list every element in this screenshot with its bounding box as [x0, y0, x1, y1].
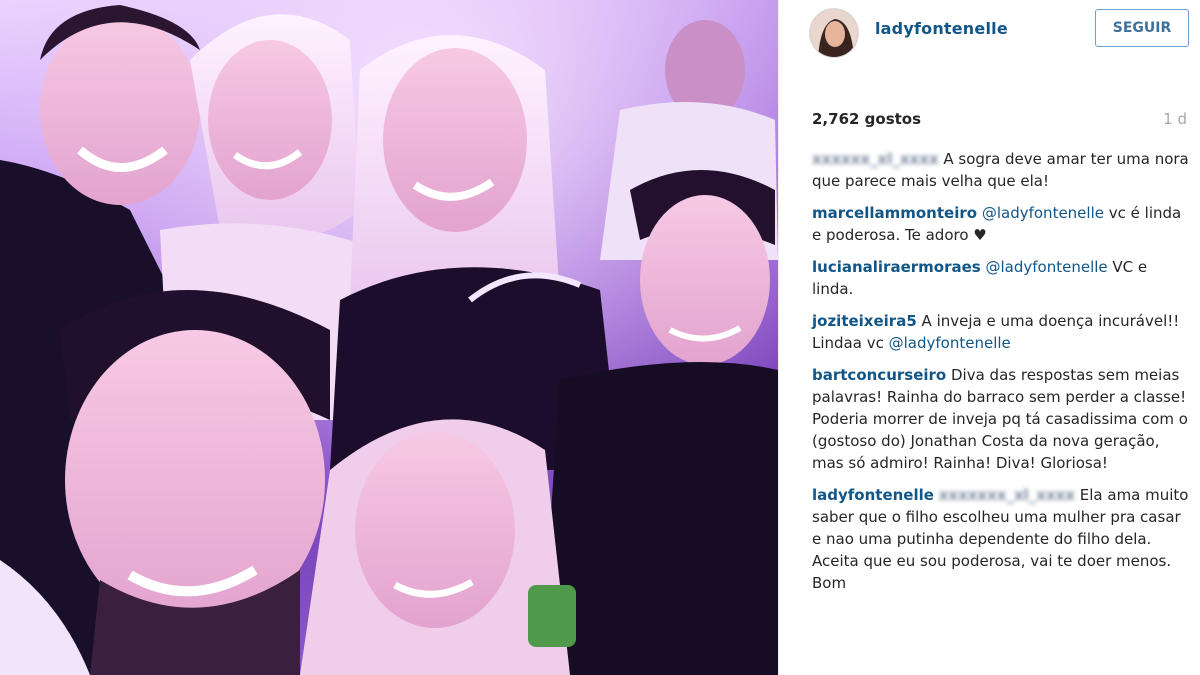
comment-mention[interactable]: @ladyfontenelle: [982, 204, 1104, 222]
comment-item: ladyfontenelle xxxxxxx_xl_xxxx Ela ama m…: [812, 484, 1192, 594]
comment-username[interactable]: ladyfontenelle: [812, 486, 934, 504]
comment-list: xxxxxx_xl_xxxx A sogra deve amar ter uma…: [812, 148, 1192, 604]
likes-count[interactable]: 2,762 gostos: [812, 110, 921, 128]
comment-item: lucianaliraermoraes @ladyfontenelle VC e…: [812, 256, 1192, 300]
comment-item: joziteixeira5 A inveja e uma doença incu…: [812, 310, 1192, 354]
blurred-mention: xxxxxxx_xl_xxxx: [938, 486, 1075, 504]
comment-item: xxxxxx_xl_xxxx A sogra deve amar ter uma…: [812, 148, 1192, 192]
post-header: ladyfontenelle SEGUIR: [779, 0, 1200, 64]
comment-item: bartconcurseiro Diva das respostas sem m…: [812, 364, 1192, 474]
post-username[interactable]: ladyfontenelle: [875, 19, 1008, 38]
post-photo[interactable]: [0, 0, 778, 675]
comment-username[interactable]: lucianaliraermoraes: [812, 258, 981, 276]
post-time-ago[interactable]: 1 d: [1163, 110, 1187, 128]
avatar[interactable]: [809, 8, 859, 58]
comment-mention[interactable]: @ladyfontenelle: [889, 334, 1011, 352]
follow-button[interactable]: SEGUIR: [1095, 9, 1189, 47]
comment-username[interactable]: marcellammonteiro: [812, 204, 977, 222]
blurred-username: xxxxxx_xl_xxxx: [812, 150, 939, 168]
comment-username[interactable]: joziteixeira5: [812, 312, 917, 330]
comment-item: marcellammonteiro @ladyfontenelle vc é l…: [812, 202, 1192, 246]
comment-username[interactable]: bartconcurseiro: [812, 366, 946, 384]
comment-mention[interactable]: @ladyfontenelle: [986, 258, 1108, 276]
post-side-panel: ladyfontenelle SEGUIR 2,762 gostos 1 d x…: [778, 0, 1200, 675]
